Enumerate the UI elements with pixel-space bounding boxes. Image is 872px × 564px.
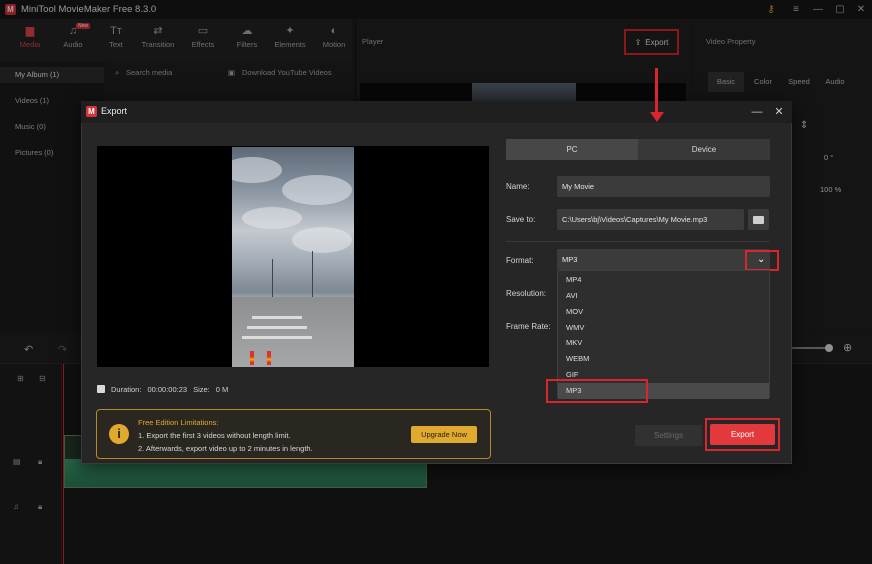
- format-label: Format:: [506, 256, 534, 265]
- settings-button[interactable]: Settings: [635, 425, 702, 446]
- browse-folder-button[interactable]: [748, 209, 769, 230]
- minimize-icon[interactable]: —: [748, 103, 766, 121]
- dialog-title: Export: [101, 106, 128, 116]
- format-option-mov[interactable]: MOV: [558, 304, 769, 320]
- export-highlight: [705, 418, 780, 451]
- folder-icon: [753, 216, 764, 224]
- duration-info: Duration: 00:00:00:23 Size: 0 M: [97, 383, 228, 395]
- resolution-label: Resolution:: [506, 289, 547, 298]
- annotation-arrow-head: [650, 112, 664, 122]
- dialog-title-bar: M Export — ✕: [81, 101, 792, 123]
- format-option-webm[interactable]: WEBM: [558, 351, 769, 367]
- save-to-label: Save to:: [506, 215, 536, 224]
- size-value: 0 M: [215, 384, 229, 394]
- format-option-wmv[interactable]: WMV: [558, 320, 769, 336]
- film-icon: [97, 385, 105, 393]
- format-dropdown-button[interactable]: ⌄: [745, 250, 779, 271]
- format-option-avi[interactable]: AVI: [558, 288, 769, 304]
- duration-value: 00:00:00:23: [147, 384, 188, 394]
- close-icon[interactable]: ✕: [770, 103, 788, 121]
- tab-device[interactable]: Device: [638, 139, 770, 160]
- limits-title: Free Edition Limitations:: [138, 418, 219, 427]
- info-icon: i: [109, 424, 129, 444]
- name-field[interactable]: My Movie: [557, 176, 770, 197]
- divider: [506, 241, 770, 242]
- frame-rate-label: Frame Rate:: [506, 322, 551, 331]
- format-option-mkv[interactable]: MKV: [558, 335, 769, 351]
- chevron-down-icon: ⌄: [757, 254, 766, 265]
- app-logo-icon: M: [86, 106, 97, 117]
- upgrade-now-button[interactable]: Upgrade Now: [411, 426, 477, 443]
- mp3-highlight: [546, 379, 648, 403]
- save-path-field[interactable]: C:\Users\bj\Videos\Captures\My Movie.mp3: [557, 209, 744, 230]
- limits-line-2: 2. Afterwards, export video up to 2 minu…: [138, 444, 313, 453]
- annotation-arrow: [655, 68, 658, 114]
- tab-pc[interactable]: PC: [506, 139, 638, 160]
- limits-line-1: 1. Export the first 3 videos without len…: [138, 431, 291, 440]
- format-option-mp4[interactable]: MP4: [558, 272, 769, 288]
- name-label: Name:: [506, 182, 530, 191]
- format-select[interactable]: MP3: [557, 249, 770, 270]
- video-frame: [232, 147, 354, 367]
